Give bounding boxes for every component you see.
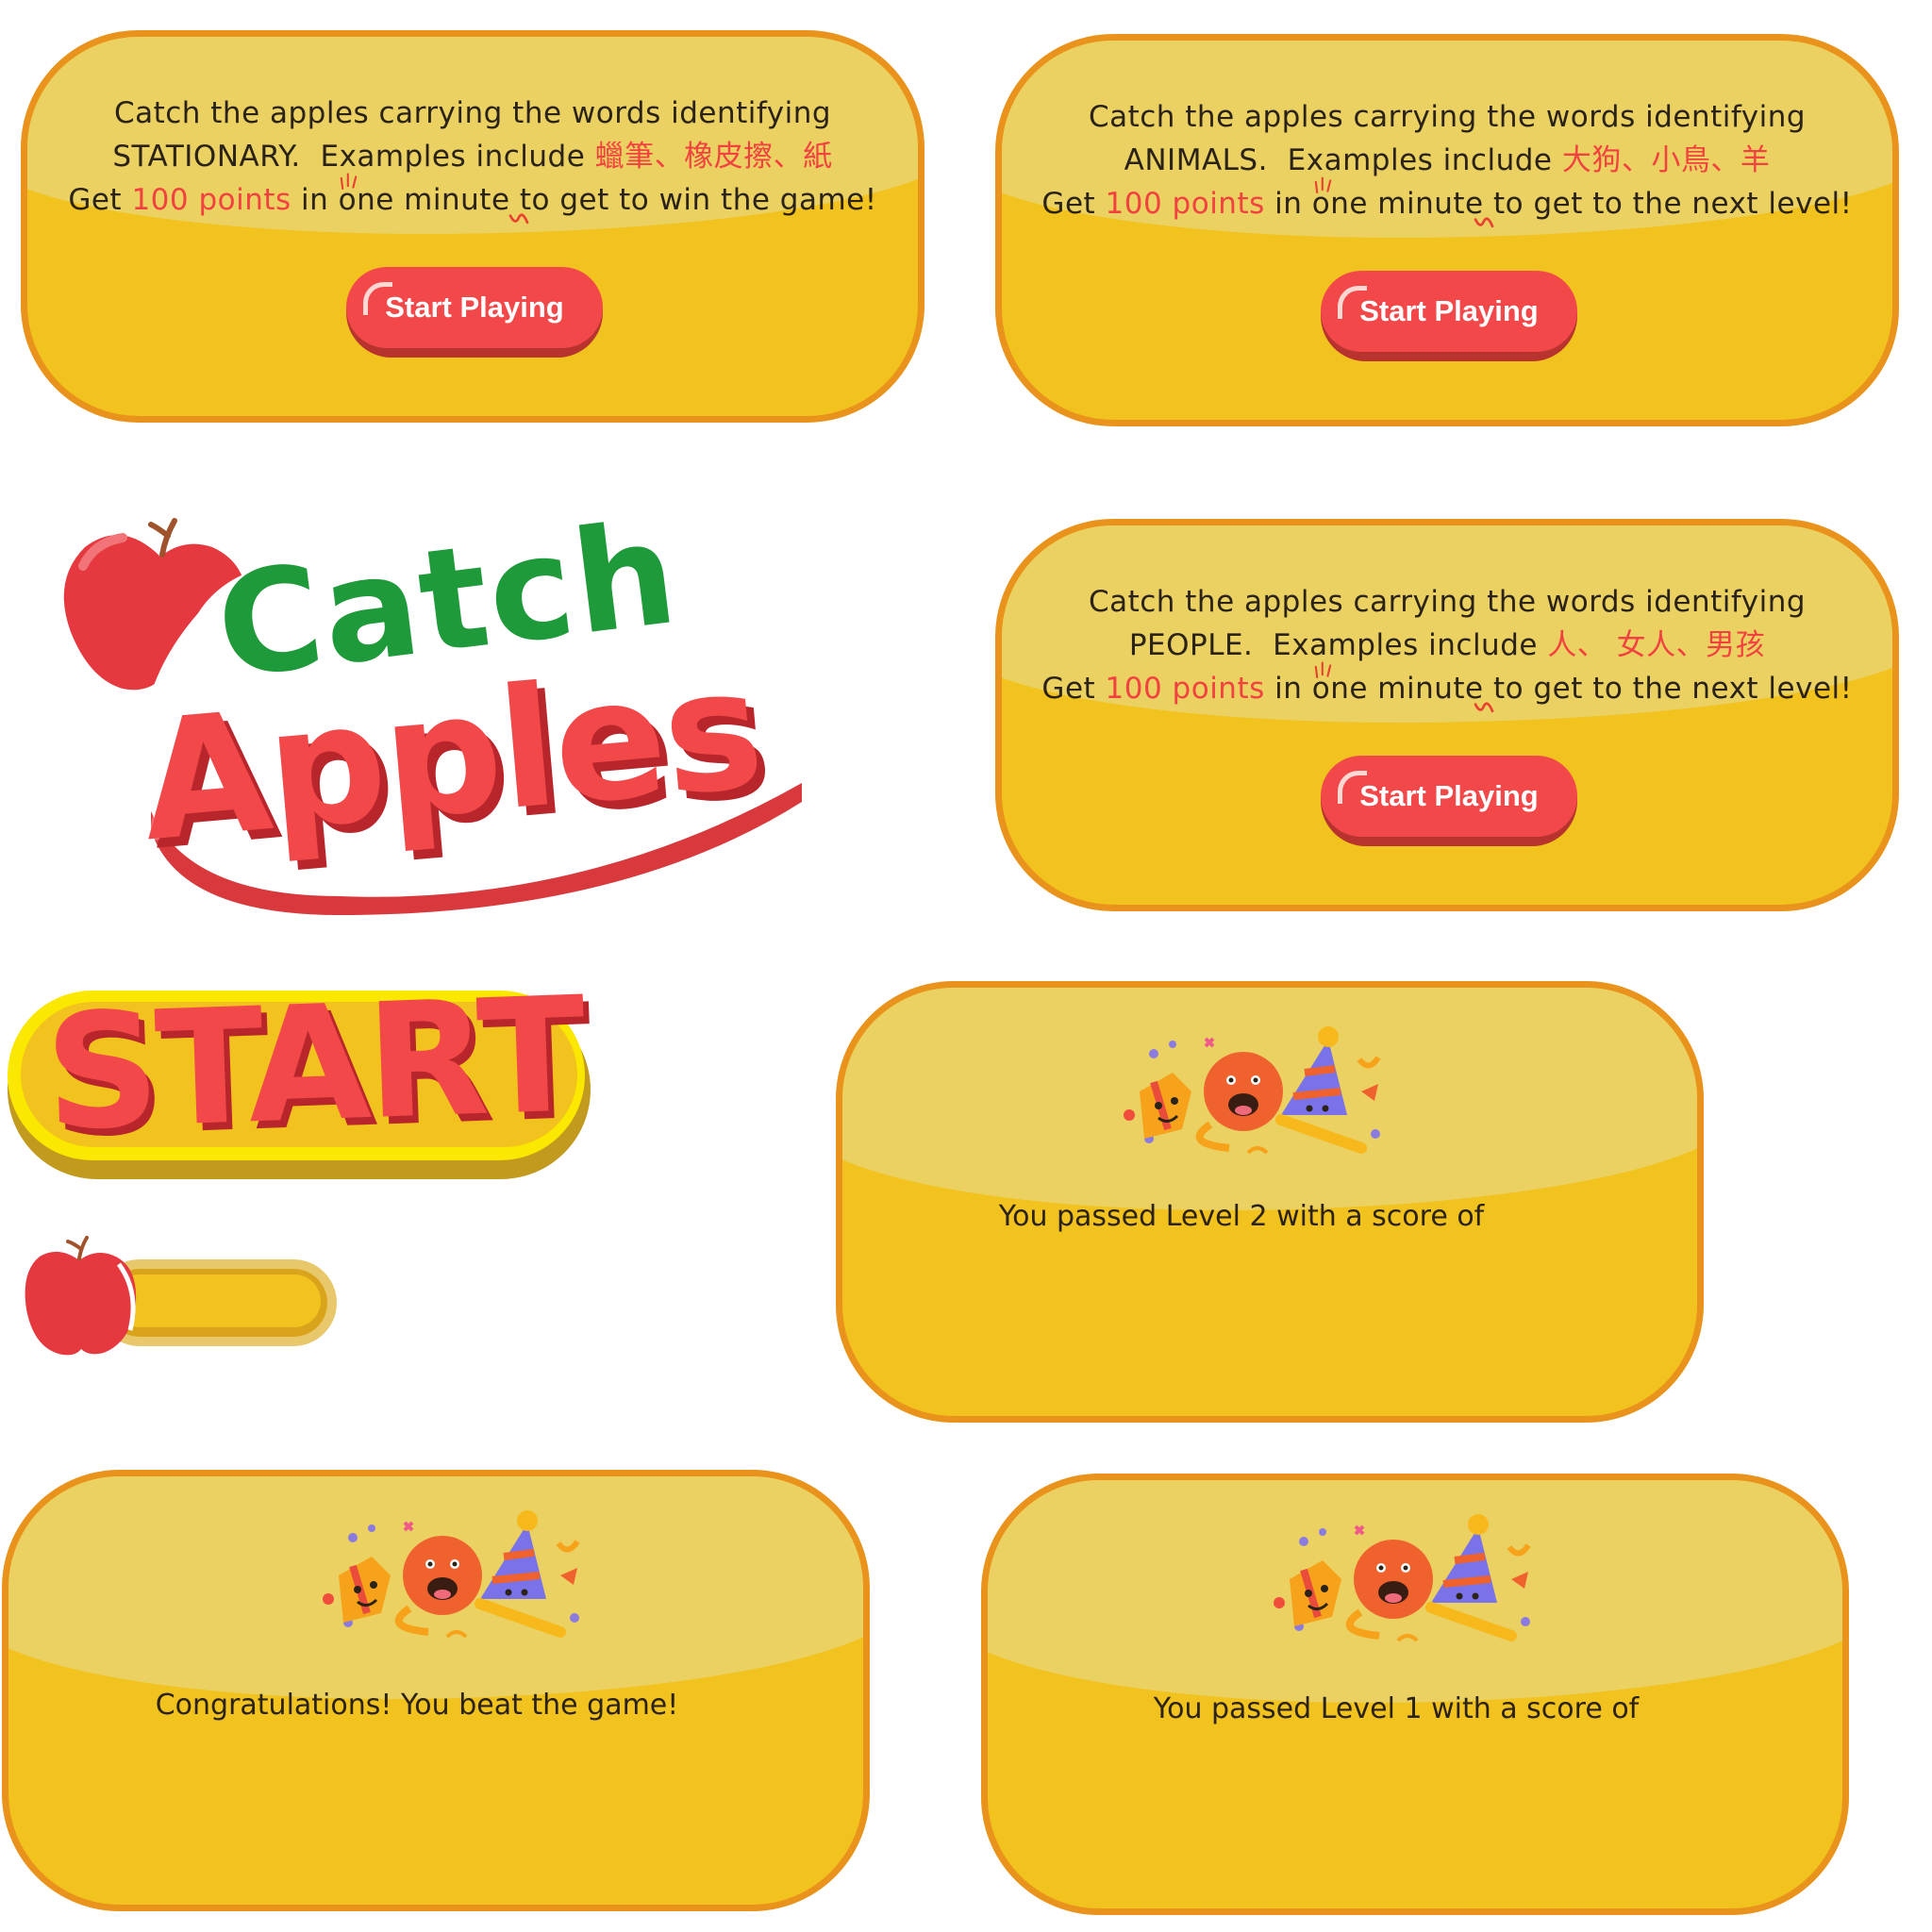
squiggle-icon bbox=[1474, 701, 1494, 718]
stationary-instructions-panel: Catch the apples carrying the words iden… bbox=[21, 30, 924, 423]
points-target: 100 points bbox=[1105, 187, 1265, 221]
people-instructions-panel: Catch the apples carrying the words iden… bbox=[995, 519, 1899, 911]
points-target: 100 points bbox=[1105, 672, 1265, 706]
examples-words: 人、 女人、男孩 bbox=[1547, 628, 1766, 662]
apple-icon bbox=[25, 1236, 137, 1356]
get-label: Get bbox=[68, 183, 123, 217]
animals-instructions-panel: Catch the apples carrying the words iden… bbox=[995, 34, 1899, 426]
start-playing-button[interactable]: Start Playing bbox=[1321, 756, 1577, 846]
celebration-icon bbox=[315, 1509, 598, 1651]
start-button[interactable]: START bbox=[8, 962, 591, 1179]
level2-result-text: You passed Level 2 with a score of bbox=[998, 1200, 1485, 1233]
examples-words: 大狗、小鳥、羊 bbox=[1561, 143, 1771, 177]
level2-result-panel: You passed Level 2 with a score of bbox=[836, 981, 1704, 1423]
squiggle-icon bbox=[1474, 216, 1494, 233]
goal-text: in one minute to get to the next level! bbox=[1274, 187, 1853, 221]
goal-text: in one minute to get to win the game! bbox=[301, 183, 877, 217]
celebration-icon bbox=[1116, 1025, 1399, 1167]
start-playing-button[interactable]: Start Playing bbox=[346, 267, 603, 358]
instructions-text: Catch the apples carrying the words iden… bbox=[1021, 580, 1874, 710]
category-label: PEOPLE. bbox=[1128, 628, 1254, 662]
instructions-line1: Catch the apples carrying the words iden… bbox=[113, 96, 832, 130]
get-label: Get bbox=[1041, 672, 1096, 706]
instructions-line1: Catch the apples carrying the words iden… bbox=[1088, 100, 1807, 134]
category-label: STATIONARY. bbox=[112, 140, 301, 174]
category-label: ANIMALS. bbox=[1124, 143, 1268, 177]
celebration-icon bbox=[1266, 1513, 1549, 1655]
squiggle-icon bbox=[339, 169, 365, 195]
progress-fill bbox=[113, 1274, 321, 1327]
start-playing-button[interactable]: Start Playing bbox=[1321, 271, 1577, 361]
level1-result-panel: You passed Level 1 with a score of bbox=[981, 1474, 1849, 1915]
game-logo: Catch Apples bbox=[57, 491, 830, 915]
start-button-label: START bbox=[42, 962, 586, 1166]
win-result-text: Congratulations! You beat the game! bbox=[155, 1689, 679, 1722]
goal-text: in one minute to get to the next level! bbox=[1274, 672, 1853, 706]
squiggle-icon bbox=[1313, 658, 1340, 684]
squiggle-icon bbox=[1313, 173, 1340, 199]
points-target: 100 points bbox=[131, 183, 291, 217]
squiggle-icon bbox=[508, 212, 529, 229]
instructions-line1: Catch the apples carrying the words iden… bbox=[1088, 585, 1807, 619]
instructions-text: Catch the apples carrying the words iden… bbox=[1021, 95, 1874, 225]
level1-result-text: You passed Level 1 with a score of bbox=[1153, 1692, 1640, 1725]
instructions-text: Catch the apples carrying the words iden… bbox=[46, 92, 899, 222]
get-label: Get bbox=[1041, 187, 1096, 221]
examples-words: 蠟筆、橡皮擦、紙 bbox=[594, 140, 833, 174]
progress-bar bbox=[21, 1236, 337, 1368]
win-result-panel: Congratulations! You beat the game! bbox=[2, 1470, 870, 1911]
